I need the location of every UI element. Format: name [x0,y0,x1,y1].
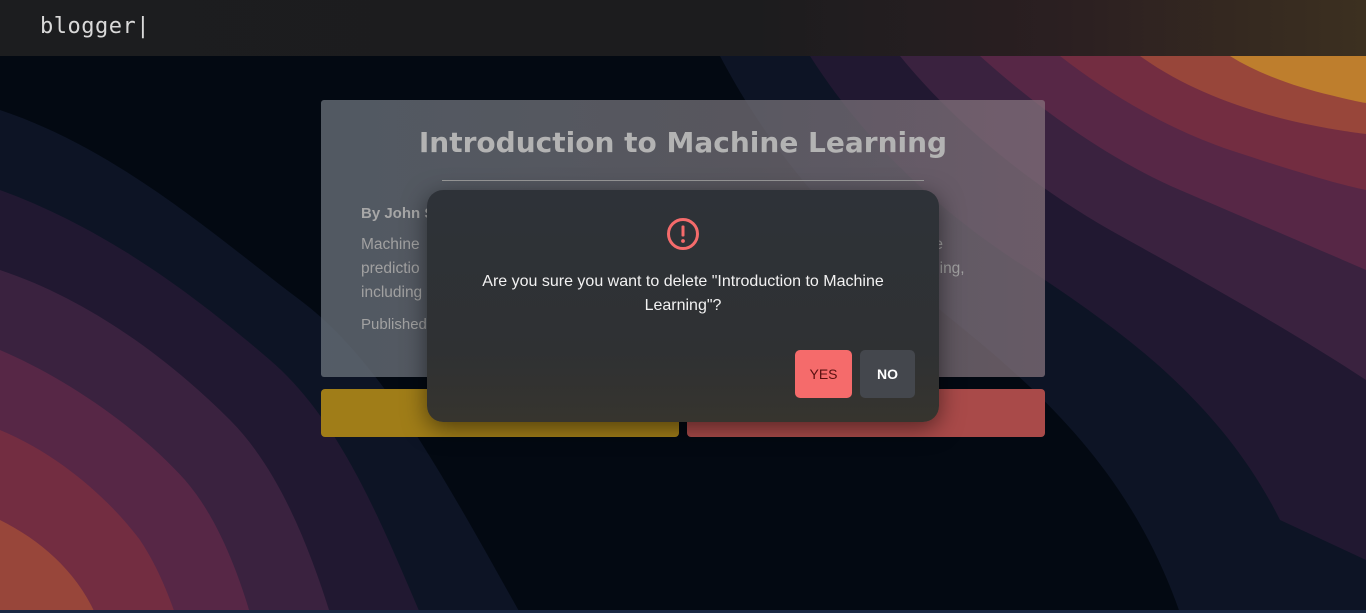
exclamation-circle-icon [667,218,699,250]
brand-logo[interactable]: blogger| [40,14,150,39]
delete-confirm-dialog: Are you sure you want to delete "Introdu… [427,190,939,422]
confirm-message: Are you sure you want to delete "Introdu… [482,273,884,314]
navbar: blogger| [0,0,1366,56]
confirm-yes-button[interactable]: YES [795,350,852,398]
confirm-no-button[interactable]: NO [860,350,915,398]
